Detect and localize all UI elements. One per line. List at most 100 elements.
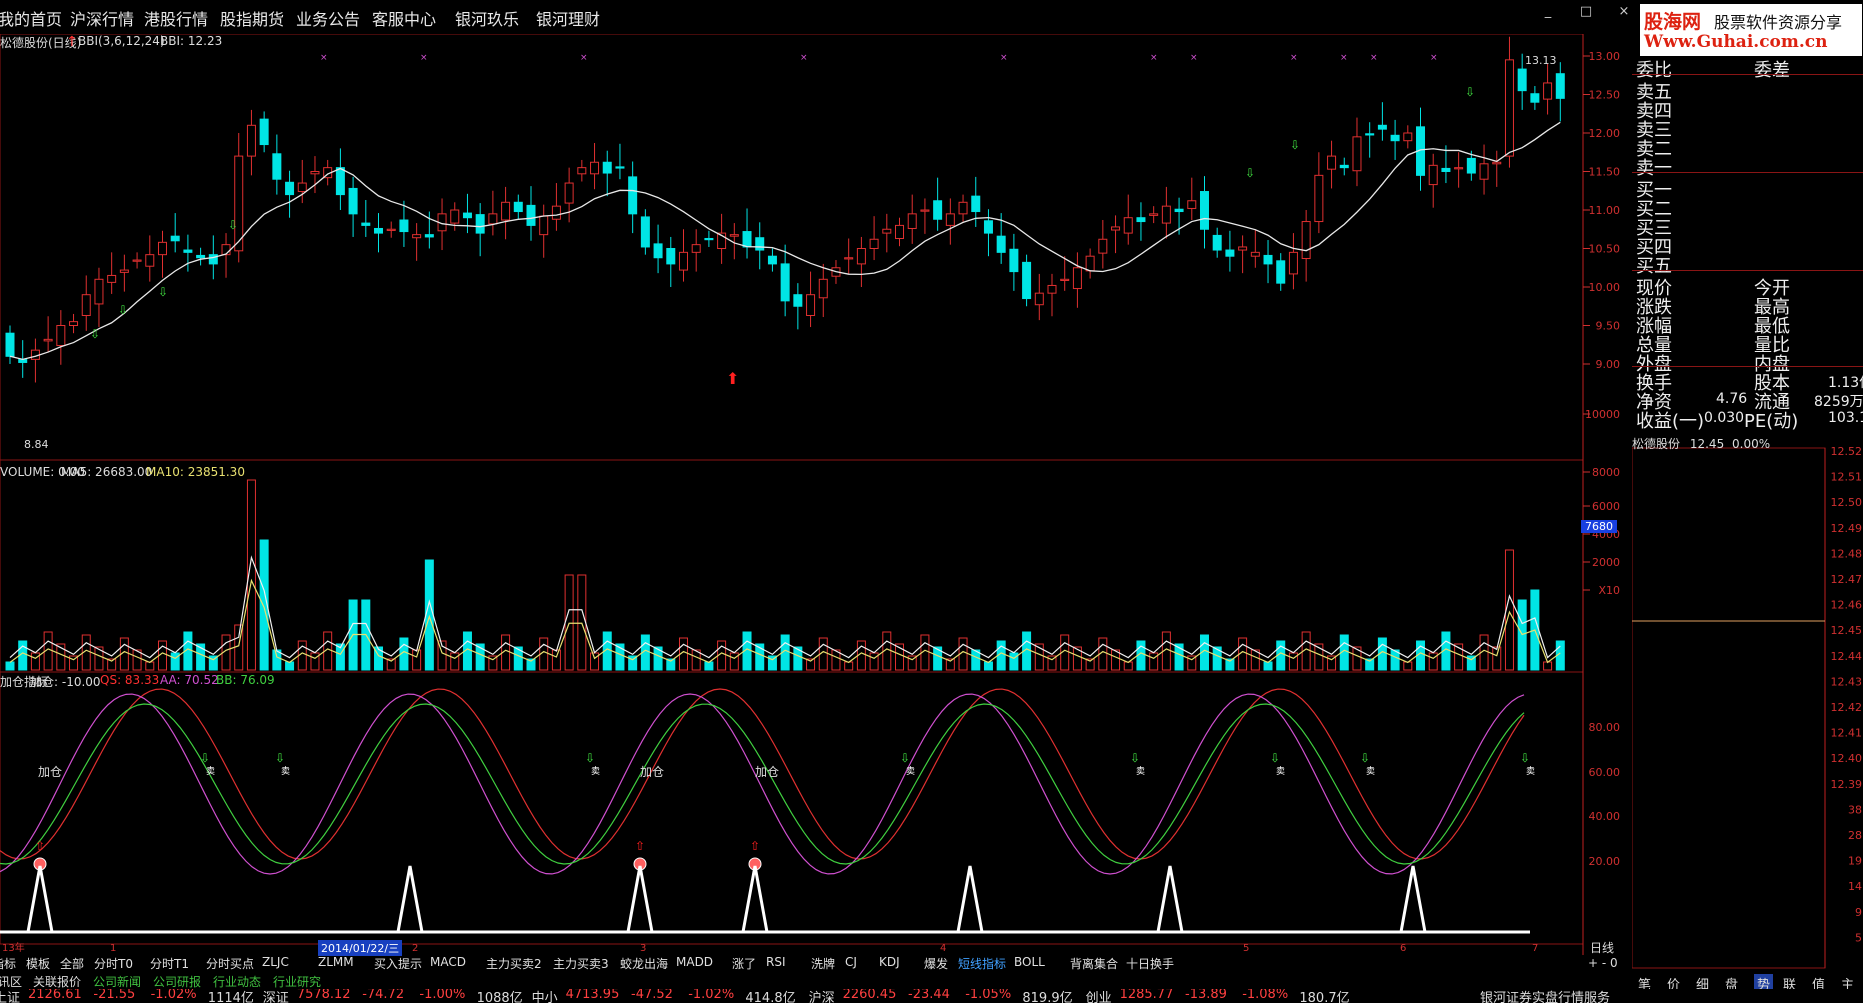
status-4-4: 180.7亿 bbox=[1299, 991, 1350, 1003]
quote-separator bbox=[1632, 270, 1863, 271]
candle-body bbox=[1466, 157, 1476, 174]
price-axis-label: 10.50 bbox=[1589, 243, 1621, 256]
price-axis-label: 9.50 bbox=[1596, 320, 1621, 333]
tab-13[interactable]: MADD bbox=[676, 955, 713, 975]
tab-9[interactable]: MACD bbox=[430, 955, 466, 975]
mini-title: 松德股份 12.45 0.00% bbox=[1632, 435, 1770, 452]
candle-body bbox=[793, 294, 803, 307]
tab-12[interactable]: 蛟龙出海 bbox=[620, 955, 668, 975]
volume-bar bbox=[577, 574, 587, 671]
candle-body bbox=[869, 238, 879, 249]
candle-body bbox=[678, 251, 688, 271]
tab-22[interactable]: 背离集合 bbox=[1070, 955, 1118, 975]
tab-18[interactable]: KDJ bbox=[879, 955, 900, 975]
intraday-mini-chart[interactable]: 12.52 12.51 12.50 12.49 12.48 12.47 12.46 12.45… bbox=[1632, 433, 1863, 973]
jiacang-label: 加仓 bbox=[38, 765, 63, 779]
candle-body bbox=[590, 161, 600, 175]
status-3-1: 2260.45 bbox=[842, 989, 897, 1002]
tab-16[interactable]: 洗牌 bbox=[811, 955, 835, 975]
menu-item-hk[interactable]: 港股行情 bbox=[144, 6, 208, 30]
candle-body bbox=[5, 332, 15, 357]
candle-body bbox=[81, 294, 91, 316]
close-button[interactable]: × bbox=[1616, 4, 1632, 20]
tab-6[interactable]: ZLJC bbox=[262, 955, 289, 975]
sell-arrow-icon: ⇩ bbox=[200, 751, 210, 765]
logo-title: 股海网 bbox=[1644, 11, 1702, 33]
tab-11[interactable]: 主力买卖3 bbox=[553, 955, 609, 975]
tab-8[interactable]: 买入提示 bbox=[374, 955, 422, 975]
candle-body bbox=[1250, 251, 1260, 257]
mini-axis-label: 12.49 bbox=[1831, 522, 1863, 535]
tab-14[interactable]: 涨了 bbox=[732, 955, 756, 975]
candle-body bbox=[1403, 132, 1413, 142]
tab-15[interactable]: RSI bbox=[766, 955, 786, 975]
minimize-button[interactable]: _ bbox=[1540, 4, 1556, 20]
tab-17[interactable]: CJ bbox=[845, 955, 857, 975]
candle-body bbox=[246, 124, 256, 157]
candle-body bbox=[653, 243, 663, 259]
volume-bar bbox=[5, 661, 15, 671]
status-3-0: 沪深 bbox=[808, 991, 835, 1003]
tab-21[interactable]: BOLL bbox=[1014, 955, 1045, 975]
candle-body bbox=[666, 248, 676, 265]
tab-7[interactable]: ZLMM bbox=[318, 955, 354, 975]
status-0-0: 上证 bbox=[0, 991, 21, 1003]
candle-body bbox=[475, 214, 485, 234]
maximize-button[interactable]: □ bbox=[1578, 4, 1594, 20]
menu-item-yinhe-licai[interactable]: 银河理财 bbox=[536, 6, 600, 30]
x-axis-label: 5 bbox=[1243, 943, 1249, 954]
tab-4[interactable]: 分时T1 bbox=[150, 955, 189, 975]
candle-body bbox=[335, 167, 345, 196]
candle-body bbox=[1034, 292, 1044, 306]
tab-0[interactable]: 指标 bbox=[0, 955, 16, 975]
candle-body bbox=[1263, 254, 1273, 265]
tab-23[interactable]: 十日换手 bbox=[1126, 955, 1174, 975]
status-2-1: 4713.95 bbox=[565, 989, 620, 1002]
menu-item-futures[interactable]: 股指期货 bbox=[220, 6, 284, 30]
candle-body bbox=[285, 181, 295, 196]
tab-10[interactable]: 主力买卖2 bbox=[486, 955, 542, 975]
tab-19[interactable]: 爆发 bbox=[924, 955, 948, 975]
spike bbox=[26, 865, 54, 933]
green-arrow-icon: ⇩ bbox=[1465, 85, 1475, 99]
candle-body bbox=[920, 209, 930, 212]
x-marker: × bbox=[580, 53, 588, 63]
menu-item-yinhe-jiule[interactable]: 银河玖乐 bbox=[455, 6, 519, 30]
candle-body bbox=[1377, 124, 1387, 130]
mini-axis-label: 5 bbox=[1855, 931, 1862, 944]
candle-body bbox=[1276, 260, 1286, 284]
mini-axis-label: 12.42 bbox=[1831, 701, 1863, 714]
candle-body bbox=[297, 182, 307, 193]
mini-axis-label: 12.47 bbox=[1831, 573, 1863, 586]
volume-bar bbox=[285, 661, 295, 671]
menu-item-sh-sz[interactable]: 沪深行情 bbox=[70, 6, 134, 30]
ind-axis-label: 40.00 bbox=[1589, 810, 1621, 823]
spike bbox=[626, 865, 654, 933]
candle-body bbox=[895, 224, 905, 239]
mini-stock-name: 松德股份 bbox=[1632, 437, 1681, 451]
price-axis-label: 11.50 bbox=[1589, 166, 1621, 179]
candle-body bbox=[386, 228, 396, 231]
ind-axis-label: 20.00 bbox=[1589, 855, 1621, 868]
volume-bar bbox=[1543, 661, 1553, 671]
candle-body bbox=[374, 227, 384, 234]
spike bbox=[1399, 865, 1427, 933]
tab-3[interactable]: 分时T0 bbox=[94, 955, 133, 975]
zoom-controls[interactable]: + - 0 bbox=[1588, 956, 1618, 970]
tab-1[interactable]: 模板 bbox=[26, 955, 50, 975]
menu-item-service[interactable]: 客服中心 bbox=[372, 6, 436, 30]
kline-chart-area[interactable]: × × × × × × × × × × ×⇩⇩⇩⇩⇩⇩⇩⬆ ⇧ ⇧ ⇧⇩卖⇩卖⇩卖⇩卖⇩卖⇩卖⇩卖⇩卖 … bbox=[0, 34, 1640, 955]
candle-body bbox=[1555, 73, 1565, 99]
vol-axis-label: 8000 bbox=[1592, 466, 1620, 479]
x-marker: × bbox=[320, 53, 328, 63]
menu-item-notice[interactable]: 业务公告 bbox=[296, 6, 360, 30]
candle-body bbox=[1327, 155, 1337, 170]
x-marker: × bbox=[1290, 53, 1298, 63]
volume-bar bbox=[1403, 661, 1413, 671]
tab-20[interactable]: 短线指标 bbox=[958, 955, 1006, 975]
info-tabs: 资讯区关联报价公司新闻公司研报行业动态行业研究 bbox=[0, 973, 1583, 989]
period-label[interactable]: 日线 bbox=[1590, 939, 1614, 956]
tab-2[interactable]: 全部 bbox=[60, 955, 84, 975]
menu-item-home[interactable]: 我的首页 bbox=[0, 6, 62, 30]
tab-5[interactable]: 分时买点 bbox=[206, 955, 254, 975]
